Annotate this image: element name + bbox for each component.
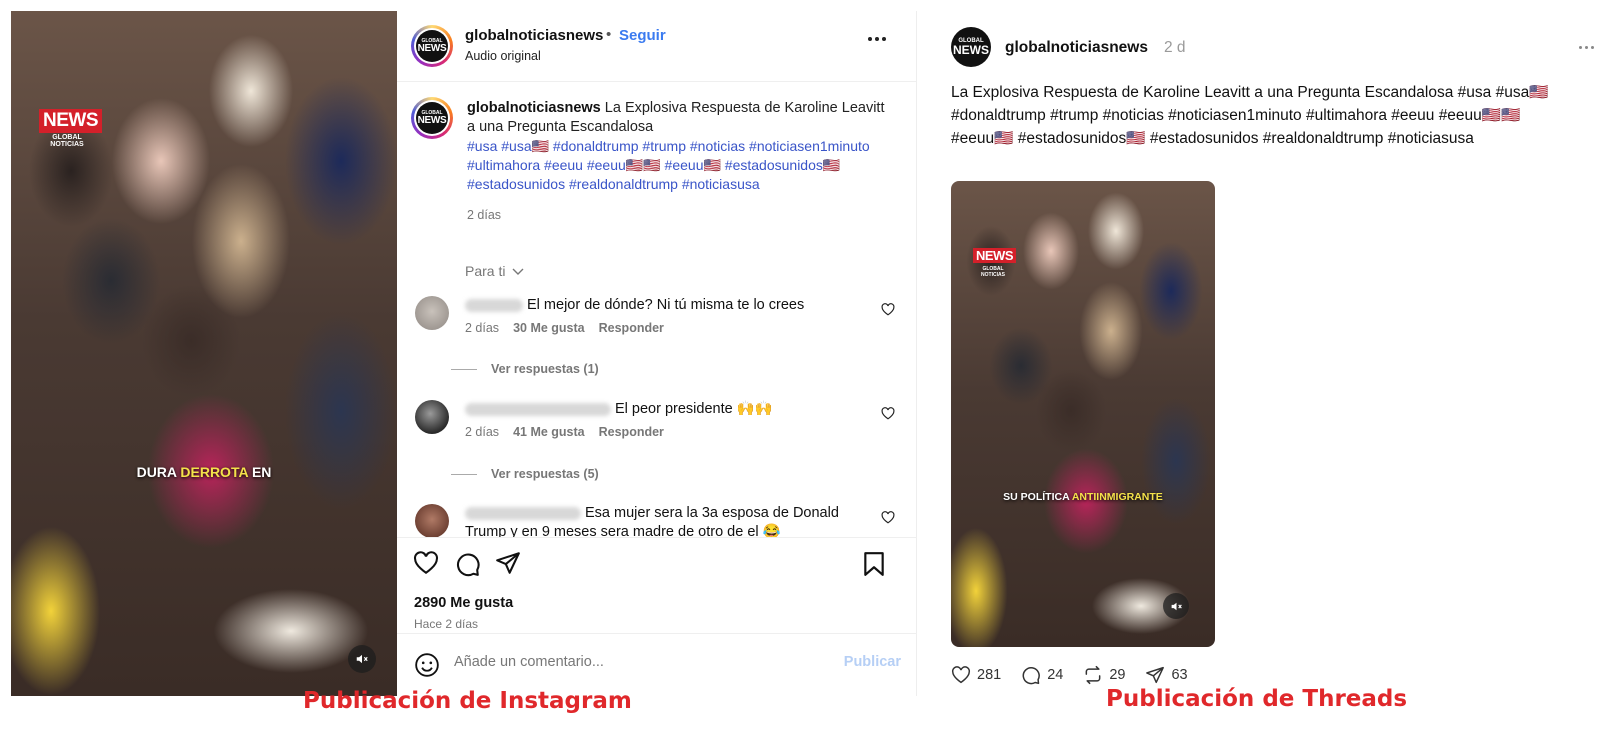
more-options-icon[interactable] <box>1579 46 1594 49</box>
repost-icon <box>1085 665 1101 685</box>
post-header: GLOBAL NEWS globalnoticiasnews • Seguir A… <box>397 11 916 82</box>
audio-link[interactable]: Audio original <box>465 49 541 63</box>
threads-post-panel: GLOBAL NEWS globalnoticiasnews 2 d La Exp… <box>937 11 1600 696</box>
view-replies-button[interactable]: Ver respuestas (1) <box>451 362 599 376</box>
likes-count[interactable]: 2890 Me gusta <box>414 595 513 611</box>
share-icon <box>1146 666 1165 684</box>
like-stat[interactable]: 281 <box>951 666 1001 684</box>
news-logo: NEWS GLOBAL NOTICIAS <box>39 109 102 148</box>
username-link[interactable]: globalnoticiasnews <box>465 27 603 44</box>
comment-bar: Añade un comentario... Publicar <box>397 633 917 696</box>
heart-icon[interactable] <box>881 303 895 316</box>
sort-dropdown[interactable]: Para ti <box>465 263 524 279</box>
share-stat[interactable]: 63 <box>1145 666 1188 684</box>
commenter-avatar[interactable] <box>415 504 449 537</box>
commenter-name-blurred <box>465 402 611 416</box>
instagram-label: Publicación de Instagram <box>303 688 632 714</box>
video-caption: SU POLÍTICA ANTIINMIGRANTE <box>1003 491 1163 503</box>
separator: • <box>606 26 612 43</box>
commenter-avatar[interactable] <box>415 400 449 434</box>
comment-likes[interactable]: 41 Me gusta <box>513 425 585 439</box>
follow-button[interactable]: Seguir <box>619 27 666 44</box>
post-actions: 2890 Me gusta Hace 2 días <box>397 537 917 647</box>
repost-count: 29 <box>1109 667 1126 683</box>
emoji-icon[interactable] <box>414 652 440 678</box>
comment-icon <box>1022 666 1041 685</box>
mute-icon[interactable] <box>348 645 376 673</box>
more-options-icon[interactable] <box>868 37 886 41</box>
caption-time: 2 días <box>467 208 502 222</box>
caption-hashtags[interactable]: #usa #usa🇺🇸 #donaldtrump #trump #noticia… <box>467 137 887 194</box>
view-replies-button[interactable]: Ver respuestas (5) <box>451 467 599 481</box>
comments-area[interactable]: GLOBAL NEWS globalnoticiasnews La Explosi… <box>397 83 917 537</box>
comment-item: Esa mujer sera la 3a esposa de Donald Tr… <box>415 504 915 537</box>
heart-icon[interactable] <box>881 407 895 420</box>
threads-time: 2 d <box>1164 39 1186 56</box>
comment-text: El mejor de dónde? Ni tú misma te lo cre… <box>527 297 805 313</box>
reply-button[interactable]: Responder <box>599 425 664 439</box>
chevron-down-icon <box>512 268 524 275</box>
comment-stat[interactable]: 24 <box>1021 665 1063 685</box>
comment-time: 2 días <box>465 425 500 439</box>
comment-count: 24 <box>1047 667 1064 683</box>
save-bookmark-icon[interactable] <box>863 551 885 577</box>
instagram-video[interactable]: NEWS GLOBAL NOTICIAS DURA DERROTA EN <box>11 11 397 696</box>
comment-icon[interactable] <box>455 551 481 577</box>
share-icon[interactable] <box>495 551 521 575</box>
share-count: 63 <box>1171 667 1188 683</box>
publish-button[interactable]: Publicar <box>844 654 901 670</box>
comment-text: El peor presidente 🙌🙌 <box>615 401 773 417</box>
threads-post-text: La Explosiva Respuesta de Karoline Leavi… <box>951 84 1549 147</box>
threads-video[interactable]: NEWS GLOBAL NOTICIAS SU POLÍTICA ANTIINM… <box>951 181 1215 647</box>
comment-likes[interactable]: 30 Me gusta <box>513 321 585 335</box>
post-age: Hace 2 días <box>414 617 479 631</box>
repost-stat[interactable]: 29 <box>1083 665 1125 685</box>
instagram-post-panel: GLOBAL NEWS globalnoticiasnews • Seguir A… <box>397 11 917 696</box>
commenter-name-blurred <box>465 506 581 520</box>
comment-input[interactable]: Añade un comentario... <box>454 654 604 670</box>
like-count: 281 <box>977 667 1002 683</box>
heart-icon[interactable] <box>881 511 895 524</box>
heart-icon <box>952 666 970 684</box>
avatar[interactable]: GLOBAL NEWS <box>411 25 453 67</box>
comment-time: 2 días <box>465 321 500 335</box>
reply-button[interactable]: Responder <box>599 321 664 335</box>
threads-avatar[interactable]: GLOBAL NEWS <box>951 27 991 67</box>
threads-stats: 281 24 29 63 <box>951 665 1188 685</box>
caption-username[interactable]: globalnoticiasnews <box>467 100 601 116</box>
commenter-name-blurred <box>465 298 523 312</box>
video-caption: DURA DERROTA EN <box>136 464 272 480</box>
commenter-avatar[interactable] <box>415 296 449 330</box>
like-heart-icon[interactable] <box>413 551 439 575</box>
threads-username[interactable]: globalnoticiasnews <box>1005 39 1148 57</box>
caption-avatar[interactable]: GLOBAL NEWS <box>411 97 453 139</box>
news-logo: NEWS GLOBAL NOTICIAS <box>973 247 1016 278</box>
threads-label: Publicación de Threads <box>1106 686 1408 712</box>
post-caption: globalnoticiasnews La Explosiva Respuest… <box>467 99 887 225</box>
mute-icon[interactable] <box>1163 593 1189 619</box>
